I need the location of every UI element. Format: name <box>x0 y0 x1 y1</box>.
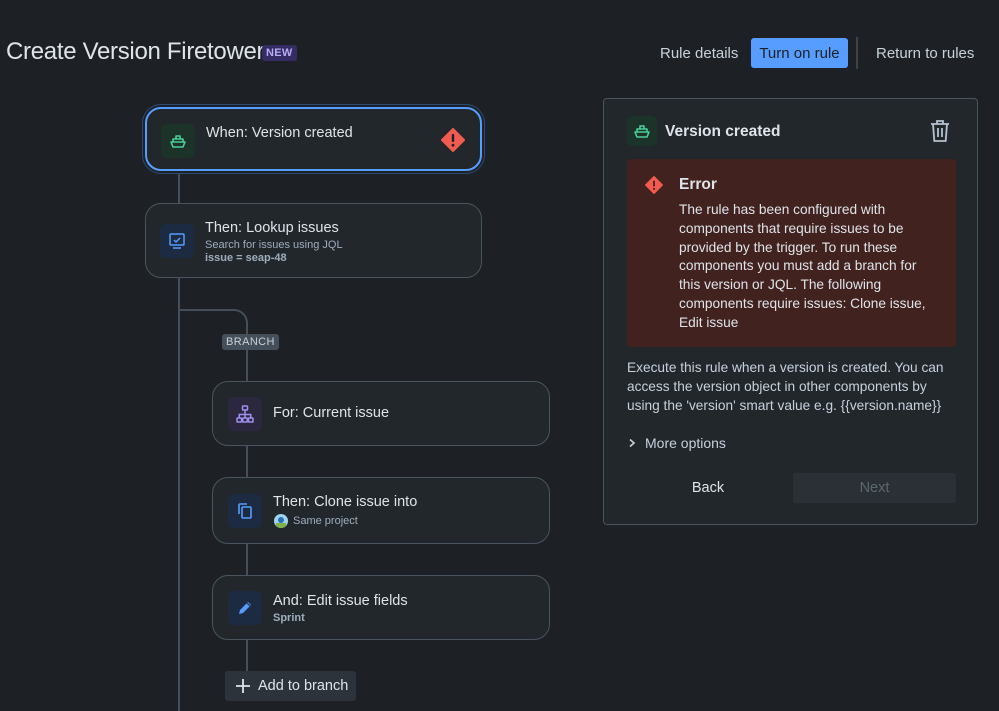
next-button[interactable]: Next <box>793 473 956 503</box>
lookup-title: Then: Lookup issues <box>205 220 339 236</box>
return-to-rules-button[interactable]: Return to rules <box>868 42 982 65</box>
new-badge: NEW <box>262 45 297 61</box>
connector-line <box>246 446 248 478</box>
branch-connector <box>178 309 248 337</box>
edit-issue-fields-card[interactable]: And: Edit issue fields Sprint <box>212 575 550 640</box>
more-options-toggle[interactable]: More options <box>627 435 726 451</box>
add-to-branch-button[interactable]: Add to branch <box>225 671 356 701</box>
trigger-card[interactable]: When: Version created <box>145 107 482 171</box>
error-message-box: Error The rule has been configured with … <box>627 159 956 347</box>
for-current-issue-card[interactable]: For: Current issue <box>212 381 550 446</box>
clone-issue-card[interactable]: Then: Clone issue into Same project <box>212 477 550 544</box>
more-options-label: More options <box>645 435 726 451</box>
chevron-right-icon <box>627 438 637 448</box>
branch-tree-icon <box>228 397 262 431</box>
plus-icon <box>234 677 252 695</box>
add-to-branch-label: Add to branch <box>258 678 349 694</box>
edit-title: And: Edit issue fields <box>273 593 408 609</box>
trash-icon[interactable] <box>929 119 951 148</box>
trigger-title: When: Version created <box>206 125 353 141</box>
connector-line <box>246 350 248 382</box>
copy-icon <box>228 494 262 528</box>
connector-line <box>246 544 248 576</box>
project-avatar-icon <box>274 514 288 528</box>
connector-line <box>178 278 180 711</box>
branch-label: BRANCH <box>222 334 279 350</box>
lookup-icon <box>160 224 194 258</box>
lookup-issues-card[interactable]: Then: Lookup issues Search for issues us… <box>145 203 482 278</box>
ship-icon <box>627 116 657 146</box>
lookup-jql: issue = seap-48 <box>205 252 287 264</box>
for-current-title: For: Current issue <box>273 405 390 421</box>
error-icon <box>441 128 465 157</box>
ship-icon <box>161 124 195 158</box>
page-title: Create Version Firetower <box>6 38 265 65</box>
rule-details-button[interactable]: Rule details <box>652 42 746 65</box>
edit-subtitle: Sprint <box>273 612 305 624</box>
back-button[interactable]: Back <box>627 473 789 503</box>
clone-title: Then: Clone issue into <box>273 494 418 510</box>
error-icon <box>645 176 663 199</box>
pencil-icon <box>228 591 262 625</box>
header-divider <box>856 37 858 69</box>
connector-line <box>178 172 180 203</box>
connector-line <box>246 640 248 672</box>
trigger-description: Execute this rule when a version is crea… <box>627 360 944 413</box>
config-panel: Version created Error The rule has been … <box>603 98 978 525</box>
lookup-subtitle: Search for issues using JQL <box>205 239 343 251</box>
turn-on-rule-button[interactable]: Turn on rule <box>751 38 848 68</box>
clone-subtitle: Same project <box>293 515 358 527</box>
error-title: Error <box>679 176 717 193</box>
error-text: The rule has been configured with compon… <box>679 202 926 330</box>
panel-title: Version created <box>665 123 781 140</box>
